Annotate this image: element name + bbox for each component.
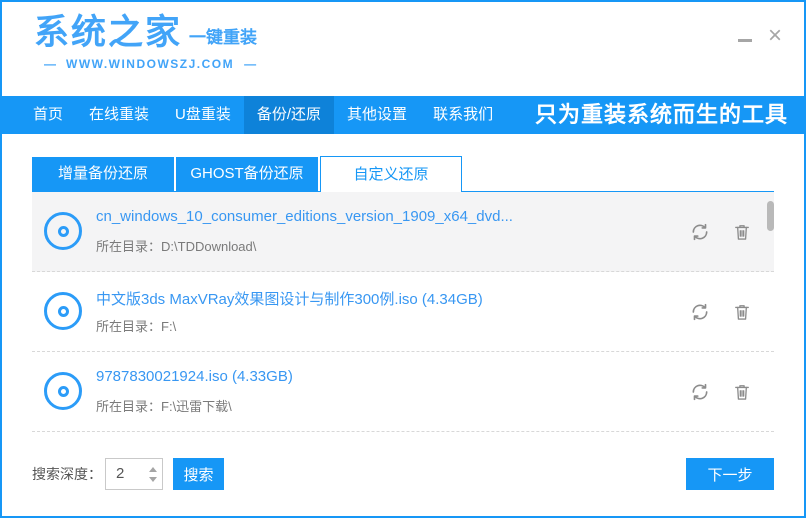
logo-url: — WWW.WINDOWSZJ.COM —	[34, 57, 266, 71]
list-item[interactable]: 中文版3ds MaxVRay效果图设计与制作300例.iso (4.34GB) …	[32, 272, 774, 352]
iso-path-value: F:\迅雷下载\	[161, 399, 232, 414]
nav-item-other-settings[interactable]: 其他设置	[334, 96, 420, 134]
list-item[interactable]: 9787830021924.iso (4.33GB) 所在目录：F:\迅雷下载\	[32, 352, 774, 432]
restore-tabs: 增量备份还原 GHOST备份还原 自定义还原	[32, 156, 774, 192]
list-item[interactable]: cn_windows_10_consumer_editions_version_…	[32, 192, 774, 272]
close-icon[interactable]: ×	[768, 26, 782, 46]
tab-custom-restore[interactable]: 自定义还原	[320, 156, 462, 192]
window-controls: ×	[738, 26, 782, 46]
refresh-icon[interactable]	[690, 302, 710, 322]
tab-incremental-backup-restore[interactable]: 增量备份还原	[32, 157, 174, 191]
iso-title-link[interactable]: 9787830021924.iso (4.33GB)	[96, 368, 293, 385]
trash-icon[interactable]	[732, 302, 752, 322]
nav-item-online-reinstall[interactable]: 在线重装	[76, 96, 162, 134]
logo-url-text: WWW.WINDOWSZJ.COM	[66, 57, 234, 71]
iso-path: 所在目录：D:\TDDownload\	[96, 236, 256, 255]
search-depth-value[interactable]: 2	[106, 459, 144, 489]
search-button[interactable]: 搜索	[173, 458, 224, 490]
app-window: 系统之家 一键重装 — WWW.WINDOWSZJ.COM — × 首页 在线重…	[0, 0, 806, 518]
next-step-button[interactable]: 下一步	[686, 458, 774, 490]
row-actions	[690, 222, 752, 242]
nav-item-usb-reinstall[interactable]: U盘重装	[162, 96, 244, 134]
iso-title-link[interactable]: 中文版3ds MaxVRay效果图设计与制作300例.iso (4.34GB)	[96, 288, 483, 309]
disc-icon	[44, 372, 82, 410]
logo-title: 系统之家	[34, 15, 182, 50]
iso-path-label: 所在目录：	[96, 399, 161, 414]
iso-path-value: D:\TDDownload\	[161, 239, 256, 254]
nav-item-home[interactable]: 首页	[20, 96, 76, 134]
row-actions	[690, 382, 752, 402]
nav-item-contact-us[interactable]: 联系我们	[420, 96, 506, 134]
iso-path-label: 所在目录：	[96, 239, 161, 254]
trash-icon[interactable]	[732, 382, 752, 402]
iso-list: cn_windows_10_consumer_editions_version_…	[32, 192, 774, 432]
scrollbar-thumb[interactable]	[767, 201, 774, 231]
row-actions	[690, 302, 752, 322]
stepper-arrows	[144, 459, 162, 489]
refresh-icon[interactable]	[690, 222, 710, 242]
trash-icon[interactable]	[732, 222, 752, 242]
nav-slogan: 只为重装系统而生的工具	[535, 96, 788, 134]
iso-path: 所在目录：F:\	[96, 316, 176, 335]
refresh-icon[interactable]	[690, 382, 710, 402]
dash-right: —	[244, 57, 256, 71]
logo-subtitle: 一键重装	[189, 23, 257, 50]
minimize-icon[interactable]	[738, 39, 752, 42]
nav-item-backup-restore[interactable]: 备份/还原	[244, 96, 334, 134]
search-depth-stepper[interactable]: 2	[105, 458, 163, 490]
iso-path: 所在目录：F:\迅雷下载\	[96, 396, 232, 415]
iso-title-link[interactable]: cn_windows_10_consumer_editions_version_…	[96, 208, 513, 225]
search-depth-label: 搜索深度：	[32, 464, 102, 484]
app-logo: 系统之家 一键重装 — WWW.WINDOWSZJ.COM —	[34, 15, 266, 71]
tab-ghost-backup-restore[interactable]: GHOST备份还原	[176, 157, 318, 191]
footer-bar: 搜索深度： 2 搜索 下一步	[32, 458, 774, 490]
chevron-down-icon[interactable]	[149, 477, 157, 482]
chevron-up-icon[interactable]	[149, 467, 157, 472]
disc-icon	[44, 292, 82, 330]
dash-left: —	[44, 57, 56, 71]
header: 系统之家 一键重装 — WWW.WINDOWSZJ.COM — ×	[2, 2, 804, 96]
disc-icon	[44, 212, 82, 250]
iso-path-value: F:\	[161, 319, 176, 334]
main-nav: 首页 在线重装 U盘重装 备份/还原 其他设置 联系我们 只为重装系统而生的工具	[2, 96, 804, 134]
iso-path-label: 所在目录：	[96, 319, 161, 334]
